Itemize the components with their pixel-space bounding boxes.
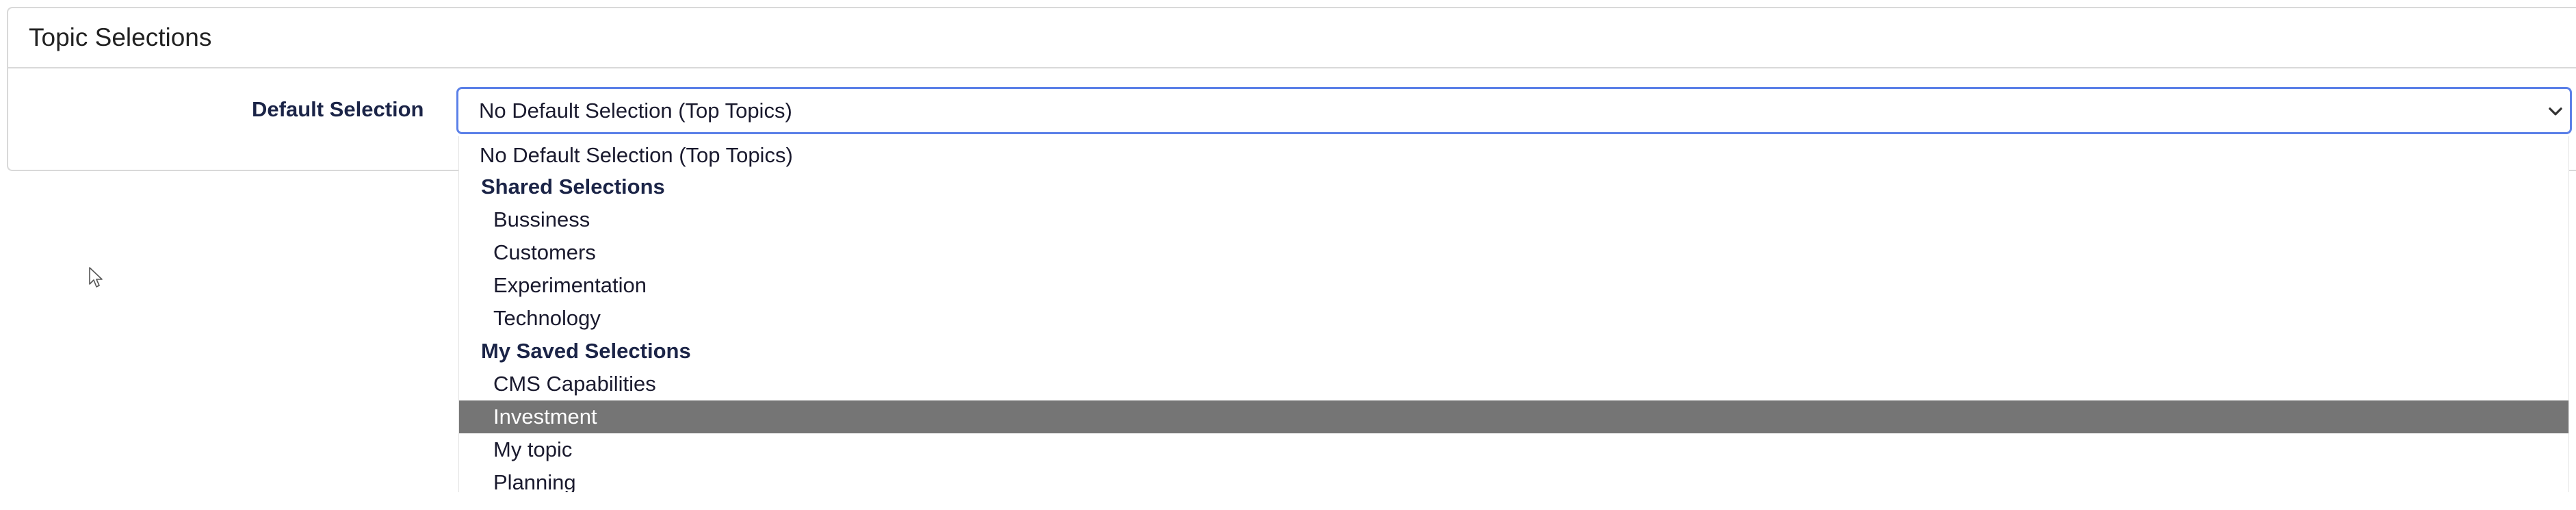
mouse-pointer-icon: [89, 267, 103, 288]
panel-header: Topic Selections: [8, 8, 2576, 68]
option-planning[interactable]: Planning: [459, 466, 2568, 492]
option-experimentation[interactable]: Experimentation: [459, 269, 2568, 302]
option-technology[interactable]: Technology: [459, 302, 2568, 335]
dropdown-list: No Default Selection (Top Topics) Shared…: [458, 136, 2569, 492]
optgroup-shared-selections: Shared Selections: [481, 175, 665, 199]
option-customers[interactable]: Customers: [459, 236, 2568, 269]
chevron-down-icon: [2549, 107, 2562, 115]
option-my-topic[interactable]: My topic: [459, 433, 2568, 466]
default-selection-select[interactable]: No Default Selection (Top Topics): [456, 87, 2572, 134]
option-no-default[interactable]: No Default Selection (Top Topics): [459, 136, 2568, 170]
option-cms-capabilities[interactable]: CMS Capabilities: [459, 368, 2568, 400]
panel-title: Topic Selections: [29, 23, 212, 51]
option-bussiness[interactable]: Bussiness: [459, 203, 2568, 236]
optgroup-my-saved-selections: My Saved Selections: [481, 339, 691, 363]
default-selection-label: Default Selection: [252, 97, 424, 121]
select-current-value: No Default Selection (Top Topics): [479, 98, 792, 123]
option-investment[interactable]: Investment: [459, 400, 2568, 433]
